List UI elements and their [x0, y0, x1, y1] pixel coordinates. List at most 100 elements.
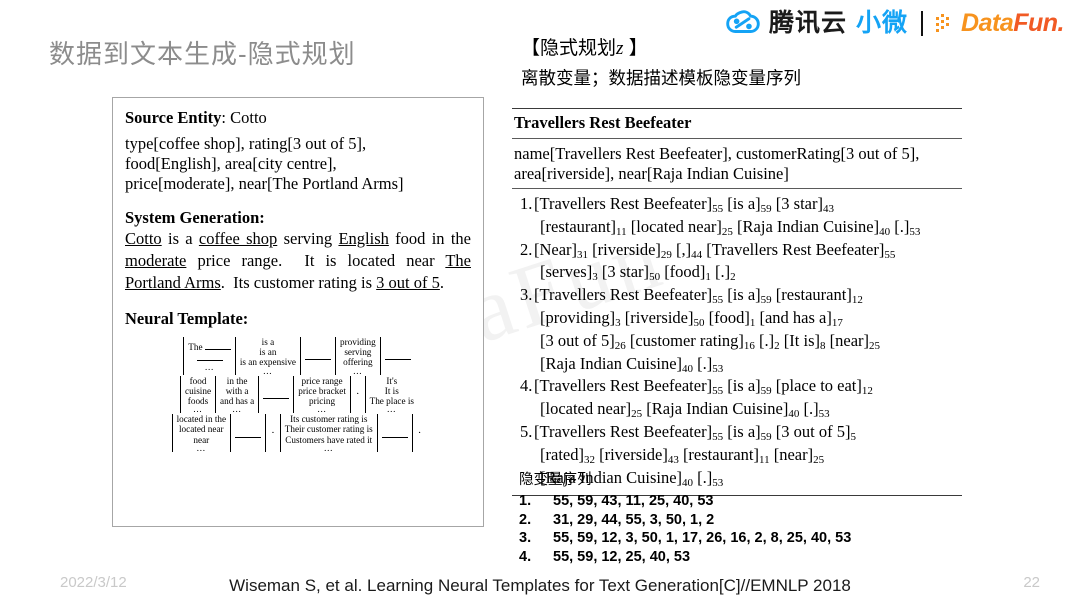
template-option: located near	[178, 424, 224, 435]
template-divider	[258, 375, 260, 414]
generation-item-number: 5.	[520, 421, 533, 441]
template-option: providing	[340, 337, 376, 347]
latent-row-values: 55, 59, 12, 3, 50, 1, 17, 26, 16, 2, 8, …	[553, 530, 852, 546]
source-line: type[coffee shop], rating[3 out of 5],	[125, 134, 367, 153]
generation-item: 3.[Travellers Rest Beefeater]55 [is a]59…	[512, 285, 962, 308]
latent-row-number: 2.	[519, 511, 532, 528]
template-cell: providing serving offering …	[337, 337, 379, 375]
latent-sequence-rows: 1. 55, 59, 43, 11, 25, 40, 53 2. 31, 29, 44…	[519, 492, 969, 566]
entity-title: Travellers Rest Beefeater	[514, 113, 692, 132]
footer-page-number: 22	[1023, 574, 1040, 591]
template-segment: [food]	[664, 262, 706, 282]
segment-state-id: 59	[760, 385, 772, 398]
template-divider	[349, 375, 351, 414]
template-options: providing serving offering	[340, 337, 376, 368]
segment-state-id: 12	[861, 385, 873, 398]
template-options: food cuisine foods	[185, 376, 211, 407]
template-cell	[382, 351, 414, 361]
generation-item-cont: [Raja Indian Cuisine]40 [.]53	[512, 354, 962, 377]
segment-state-id: 32	[583, 453, 595, 466]
latent-row-values: 55, 59, 12, 25, 40, 53	[553, 548, 691, 565]
segment-state-id: 53	[909, 225, 921, 238]
latent-sequence-row: 1. 55, 59, 43, 11, 25, 40, 53	[519, 492, 969, 511]
segment-state-id: 44	[691, 248, 703, 261]
template-cell: Its customer rating is Their customer ra…	[282, 414, 376, 452]
ellipsis: …	[262, 365, 273, 376]
latent-row-number: 3.	[519, 530, 532, 546]
template-option: cuisine	[185, 385, 212, 396]
template-options: The	[188, 341, 231, 363]
ellipsis: …	[323, 442, 334, 453]
segment-state-id: 53	[818, 408, 830, 421]
template-divider	[411, 414, 413, 452]
segment-state-id: 31	[577, 248, 589, 261]
template-divider	[335, 337, 336, 375]
template-options: is a is an is an expensive	[240, 337, 296, 368]
segment-state-id: 50	[649, 271, 661, 284]
template-segment: [.]	[894, 216, 910, 236]
template-segment: [restaurant]	[540, 216, 617, 236]
template-segment: [,]	[676, 239, 692, 259]
template-cell	[232, 429, 264, 438]
template-divider	[171, 414, 173, 452]
latent-row-values: 31, 29, 44, 55, 3, 50, 1, 2	[553, 511, 715, 528]
segment-state-id: 40	[879, 225, 891, 238]
segment-state-id: 59	[760, 203, 772, 215]
page-title: 数据到文本生成-隐式规划	[49, 39, 356, 69]
segment-state-id: 3	[615, 316, 621, 329]
template-divider	[215, 375, 217, 414]
template-segment: [Raja Indian Cuisine]	[737, 216, 880, 236]
ellipsis: …	[204, 361, 215, 372]
generation-list: 1.[Travellers Rest Beefeater]55 [is a]59…	[512, 189, 962, 495]
template-period: ·	[417, 426, 422, 439]
source-attributes: type[coffee shop], rating[3 out of 5], f…	[125, 134, 471, 194]
segment-state-id: 29	[660, 248, 672, 261]
segment-state-id: 1	[749, 316, 756, 329]
template-segment: [3 out of 5]	[540, 330, 615, 350]
right-header: 【隐式规划z 】 离散变量；数据描述模板隐变量序列	[521, 33, 801, 90]
template-segment: [riverside]	[624, 307, 694, 327]
template-divider	[180, 375, 181, 414]
template-segment: [is a]	[727, 376, 761, 396]
segment-state-id: 55	[712, 203, 724, 215]
segment-state-id: 8	[820, 339, 826, 352]
ellipsis: …	[196, 442, 207, 453]
template-divider	[379, 337, 381, 375]
xiaowei-wordmark: 小微	[856, 8, 909, 37]
template-cell	[260, 390, 292, 399]
segment-state-id: 26	[614, 339, 626, 352]
template-cell: price range price bracket pricing …	[295, 376, 349, 414]
source-line: food[English], area[city centre],	[125, 154, 337, 173]
neural-template-label: Neural Template:	[125, 309, 249, 328]
right-panel: Travellers Rest Beefeater name[Traveller…	[512, 108, 962, 497]
ellipsis: …	[232, 404, 243, 415]
template-segment: [.]	[759, 330, 775, 350]
datafun-wordmark: DataFun.	[961, 8, 1064, 37]
template-option: is an	[259, 347, 277, 358]
template-divider	[230, 414, 232, 452]
footer-date: 2022/3/12	[60, 574, 127, 591]
datafun-text-a: Data	[961, 8, 1014, 37]
template-option: Its customer rating is	[290, 414, 368, 425]
template-segment: [Travellers Rest Beefeater]	[534, 285, 713, 305]
datafun-dots-icon	[936, 14, 950, 32]
generation-item-number: 2.	[520, 239, 533, 259]
template-period: ·	[271, 426, 275, 439]
template-segment: [restaurant]	[775, 285, 852, 305]
template-option: food	[189, 375, 207, 386]
slide-canvas: DataFun 腾讯云 小微 DataFun. 数据到文本生成-隐式规划 Sou…	[0, 0, 1080, 608]
template-segment: [located near]	[630, 216, 722, 236]
segment-state-id: 40	[788, 408, 800, 421]
datafun-text-b: Fun.	[1013, 8, 1064, 37]
template-cell: is a is an is an expensive …	[237, 337, 299, 375]
template-segment: [place to eat]	[775, 376, 862, 396]
template-segment: [Travellers Rest Beefeater]	[706, 239, 885, 259]
template-divider	[376, 414, 378, 452]
generation-item: 4.[Travellers Rest Beefeater]55 [is a]59…	[512, 376, 962, 399]
latent-sequence-block: 隐变量序列 1. 55, 59, 43, 11, 25, 40, 53 2. 31, …	[519, 468, 969, 566]
template-segment: [is a]	[727, 194, 761, 213]
template-row: The … is a is an is an expensive … provi…	[125, 337, 471, 375]
template-divider	[293, 375, 295, 414]
template-segment: [Travellers Rest Beefeater]	[534, 194, 713, 213]
template-segment: [3 out of 5]	[775, 421, 851, 441]
